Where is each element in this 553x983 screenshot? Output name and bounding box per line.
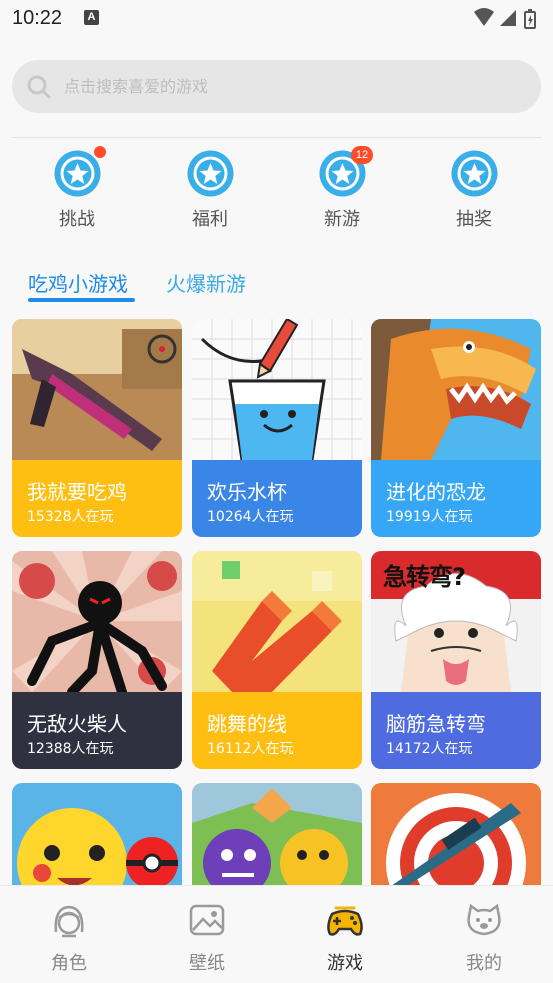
search-input[interactable] [64,60,524,113]
divider [12,137,541,138]
quick-action-welfare[interactable]: 福利 [160,150,260,234]
status-time: 10:22 [12,7,63,29]
game-info: 进化的恐龙 19919人在玩 [371,460,541,537]
status-icons [473,7,543,35]
nav-item-mine[interactable]: 我的 [434,886,534,983]
game-title: 脑筋急转弯 [386,712,486,736]
notification-icon: A [84,10,99,25]
game-info: 无敌火柴人 12388人在玩 [12,692,182,769]
game-thumbnail [12,783,182,893]
game-info: 欢乐水杯 10264人在玩 [192,460,362,537]
quick-action-label: 抽奖 [456,209,492,230]
game-card[interactable]: 我就要吃鸡 15328人在玩 [12,319,182,537]
star-badge-icon [451,150,498,197]
game-card[interactable]: 进化的恐龙 19919人在玩 [371,319,541,537]
player-count: 15328人在玩 [27,509,114,525]
signal-icon [500,10,516,26]
nav-item-games[interactable]: 游戏 [295,886,395,983]
status-bar: 10:22 A [0,0,553,38]
player-count: 14172人在玩 [386,741,473,757]
game-title: 跳舞的线 [207,712,287,736]
wallpaper-icon [188,902,226,938]
game-info: 我就要吃鸡 15328人在玩 [12,460,182,537]
battery-icon [524,9,536,29]
game-card[interactable]: 欢乐水杯 10264人在玩 [192,319,362,537]
tab-underline [28,298,135,302]
quick-action-lottery[interactable]: 抽奖 [424,150,524,234]
game-title: 我就要吃鸡 [27,480,127,504]
new-count-badge: 12 [351,146,373,164]
wifi-icon [474,8,494,26]
quick-action-new-games[interactable]: 新游 [292,150,392,234]
profile-icon [465,902,503,938]
game-thumbnail [192,319,362,462]
tab-chicken-games[interactable]: 吃鸡小游戏 [28,268,128,297]
quick-action-label: 挑战 [59,209,95,230]
gamepad-icon [326,902,364,938]
star-badge-icon [54,150,101,197]
game-title: 无敌火柴人 [27,712,127,736]
quick-action-challenge[interactable]: 挑战 [27,150,127,234]
game-card-partial[interactable] [12,783,182,893]
game-art-text: 急转弯? [383,563,466,591]
nav-label: 我的 [466,953,502,974]
game-info: 脑筋急转弯 14172人在玩 [371,692,541,769]
game-thumbnail [192,551,362,692]
game-title: 欢乐水杯 [207,480,287,504]
game-thumbnail [12,319,182,460]
game-thumbnail [371,783,541,893]
player-count: 12388人在玩 [27,741,114,757]
game-card[interactable]: 跳舞的线 16112人在玩 [192,551,362,769]
player-count: 19919人在玩 [386,509,473,525]
search-bar[interactable] [12,60,541,113]
game-info: 跳舞的线 16112人在玩 [192,692,362,769]
nav-item-wallpaper[interactable]: 壁纸 [157,886,257,983]
quick-action-label: 福利 [192,209,228,230]
character-icon [50,902,88,938]
game-card-partial[interactable] [192,783,362,893]
star-badge-icon [187,150,234,197]
tab-hot-new-games[interactable]: 火爆新游 [166,268,246,297]
game-thumbnail [192,783,362,893]
search-icon [26,74,52,104]
nav-label: 游戏 [327,953,363,974]
player-count: 10264人在玩 [207,509,294,525]
player-count: 16112人在玩 [207,741,294,757]
nav-label: 角色 [51,953,87,974]
notification-dot [94,146,106,158]
game-title: 进化的恐龙 [386,480,486,504]
game-card[interactable]: 急转弯? 脑筋急转弯 14172人在玩 [371,551,541,769]
game-thumbnail [371,319,541,460]
bottom-nav: 角色 壁纸 游戏 我的 [0,885,553,983]
nav-label: 壁纸 [189,953,225,974]
game-card[interactable]: 无敌火柴人 12388人在玩 [12,551,182,769]
game-thumbnail [12,551,182,697]
game-card-partial[interactable] [371,783,541,893]
quick-action-label: 新游 [324,209,360,230]
nav-item-character[interactable]: 角色 [19,886,119,983]
